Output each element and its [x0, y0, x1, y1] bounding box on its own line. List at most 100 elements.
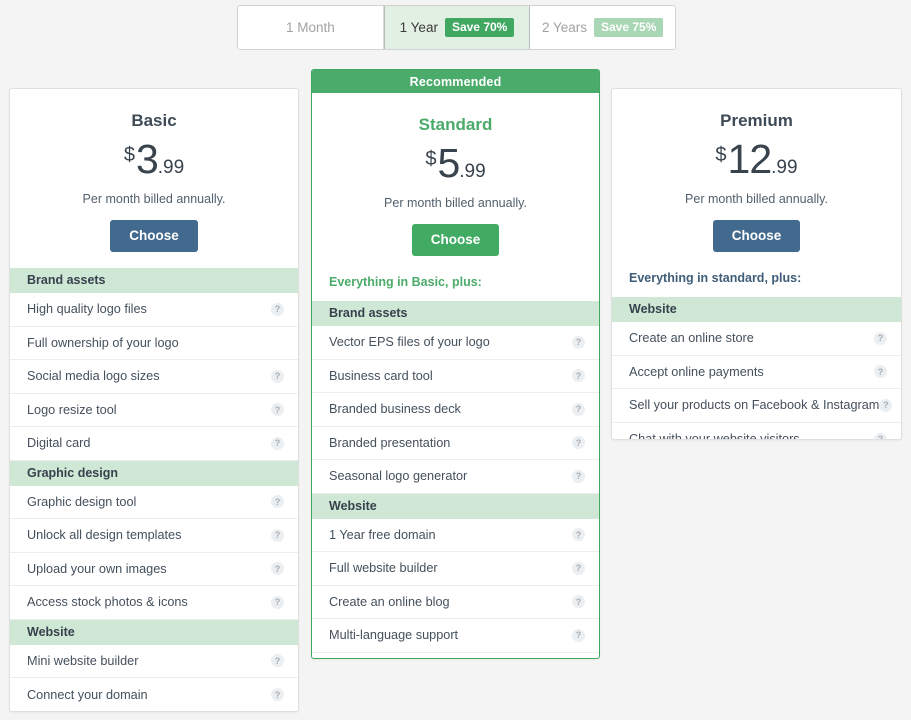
feature-label: Branded business deck	[329, 402, 461, 416]
feature-row: Graphic design tool?	[10, 486, 298, 520]
feature-row: Create an online blog?	[312, 586, 599, 620]
price-whole: 5	[437, 143, 459, 184]
feature-row: Create an online store?	[612, 322, 901, 356]
feature-row: Full website builder?	[312, 552, 599, 586]
period-tab-label: 1 Month	[286, 20, 335, 35]
feature-label: Vector EPS files of your logo	[329, 335, 490, 349]
plan-name: Standard	[326, 115, 585, 135]
feature-row: Seasonal logo generator?	[312, 460, 599, 494]
plan-header: Basic $3.99 Per month billed annually. Choo…	[10, 89, 298, 268]
feature-label: Accept online payments	[629, 365, 764, 379]
feature-label: Graphic design tool	[27, 495, 136, 509]
feature-section-header: Brand assets	[10, 268, 298, 293]
help-icon[interactable]: ?	[572, 562, 585, 575]
feature-label: Branded presentation	[329, 436, 450, 450]
feature-label: Chat with your website visitors	[629, 432, 800, 440]
help-icon[interactable]: ?	[271, 495, 284, 508]
help-icon[interactable]: ?	[572, 595, 585, 608]
feature-row: Upload your own images?	[10, 553, 298, 587]
recommended-ribbon: Recommended	[312, 70, 599, 93]
help-icon[interactable]: ?	[271, 529, 284, 542]
help-icon[interactable]: ?	[271, 596, 284, 609]
help-icon[interactable]: ?	[572, 470, 585, 483]
feature-row: Multi-language support?	[312, 619, 599, 653]
help-icon[interactable]: ?	[572, 369, 585, 382]
plan-card-standard: RecommendedStandard$5.99Per month billed…	[311, 69, 600, 659]
feature-section-header: Website	[612, 297, 901, 322]
everything-in-previous-plan: Everything in standard, plus:	[612, 268, 901, 297]
period-tab-1-year[interactable]: 1 Year Save 70%	[384, 6, 531, 49]
choose-button-standard[interactable]: Choose	[412, 224, 500, 256]
help-icon[interactable]: ?	[572, 528, 585, 541]
price-cents: .99	[771, 158, 797, 177]
help-icon[interactable]: ?	[572, 336, 585, 349]
plan-price: $12.99	[626, 139, 887, 180]
feature-label: Full website builder	[329, 561, 438, 575]
feature-row: Social media logo sizes?	[10, 360, 298, 394]
feature-label: 1 Year free domain	[329, 528, 436, 542]
help-icon[interactable]: ?	[572, 629, 585, 642]
feature-section-header: Website	[312, 494, 599, 519]
feature-section-header: Website	[10, 620, 298, 645]
plan-price: $5.99	[326, 143, 585, 184]
feature-label: Create an online store	[629, 331, 754, 345]
feature-row: Full ownership of your logo?	[10, 327, 298, 361]
choose-button-basic[interactable]: Choose	[110, 220, 198, 252]
feature-row: Business card tool?	[312, 360, 599, 394]
help-icon[interactable]: ?	[271, 654, 284, 667]
help-icon[interactable]: ?	[271, 562, 284, 575]
plan-price: $3.99	[24, 139, 284, 180]
feature-row: Sell your products on Facebook & Instagr…	[612, 389, 901, 423]
price-currency: $	[124, 145, 135, 165]
pricing-page: 1 Month 1 Year Save 70% 2 Years Save 75% Bas…	[0, 0, 911, 720]
period-tab-label: 2 Years	[542, 20, 587, 35]
plan-card-premium: Premium$12.99Per month billed annually.C…	[611, 88, 902, 440]
price-whole: 3	[136, 139, 158, 180]
price-cents: .99	[459, 162, 485, 181]
feature-label: Connect your domain	[27, 688, 148, 702]
period-tab-1-month[interactable]: 1 Month	[238, 6, 384, 49]
feature-row: Branded business deck?	[312, 393, 599, 427]
help-icon[interactable]: ?	[271, 303, 284, 316]
price-whole: 12	[728, 139, 772, 180]
price-currency: $	[425, 149, 436, 169]
feature-label: Multi-language support	[329, 628, 458, 642]
help-icon[interactable]: ?	[879, 399, 892, 412]
feature-section-header: Graphic design	[10, 461, 298, 486]
help-icon[interactable]: ?	[271, 688, 284, 701]
feature-label: Create an online blog	[329, 595, 450, 609]
feature-row: Vector EPS files of your logo?	[312, 326, 599, 360]
feature-label: Mini website builder	[27, 654, 138, 668]
feature-row: Personalized visitor experiences?	[312, 653, 599, 660]
feature-row: Unlock all design templates?	[10, 519, 298, 553]
choose-button-premium[interactable]: Choose	[713, 220, 801, 252]
help-icon[interactable]: ?	[271, 437, 284, 450]
price-currency: $	[715, 145, 726, 165]
feature-label: Logo resize tool	[27, 403, 117, 417]
everything-in-previous-plan: Everything in Basic, plus:	[312, 272, 599, 301]
plan-header: Standard$5.99Per month billed annually.C…	[312, 93, 599, 272]
feature-row: Accept online payments?	[612, 356, 901, 390]
feature-row: Connect your domain?	[10, 678, 298, 712]
feature-row: Logo resize tool?	[10, 394, 298, 428]
billing-period-toggle[interactable]: 1 Month 1 Year Save 70% 2 Years Save 75%	[237, 5, 676, 50]
feature-label: Sell your products on Facebook & Instagr…	[629, 398, 879, 412]
save-badge: Save 75%	[594, 18, 663, 37]
plan-card-basic: Basic $3.99 Per month billed annually. Choo…	[9, 88, 299, 712]
feature-row: 1 Year free domain?	[312, 519, 599, 553]
feature-label: Unlock all design templates	[27, 528, 181, 542]
help-icon[interactable]: ?	[874, 433, 887, 440]
period-tab-label: 1 Year	[400, 20, 438, 35]
help-icon[interactable]: ?	[271, 370, 284, 383]
plan-name: Basic	[24, 111, 284, 131]
plan-name: Premium	[626, 111, 887, 131]
feature-row: Branded presentation?	[312, 427, 599, 461]
help-icon[interactable]: ?	[874, 332, 887, 345]
help-icon[interactable]: ?	[572, 436, 585, 449]
period-tab-2-years[interactable]: 2 Years Save 75%	[530, 6, 675, 49]
help-icon[interactable]: ?	[271, 403, 284, 416]
save-badge: Save 70%	[445, 18, 514, 37]
help-icon[interactable]: ?	[874, 365, 887, 378]
help-icon[interactable]: ?	[572, 403, 585, 416]
billing-note: Per month billed annually.	[24, 192, 284, 206]
